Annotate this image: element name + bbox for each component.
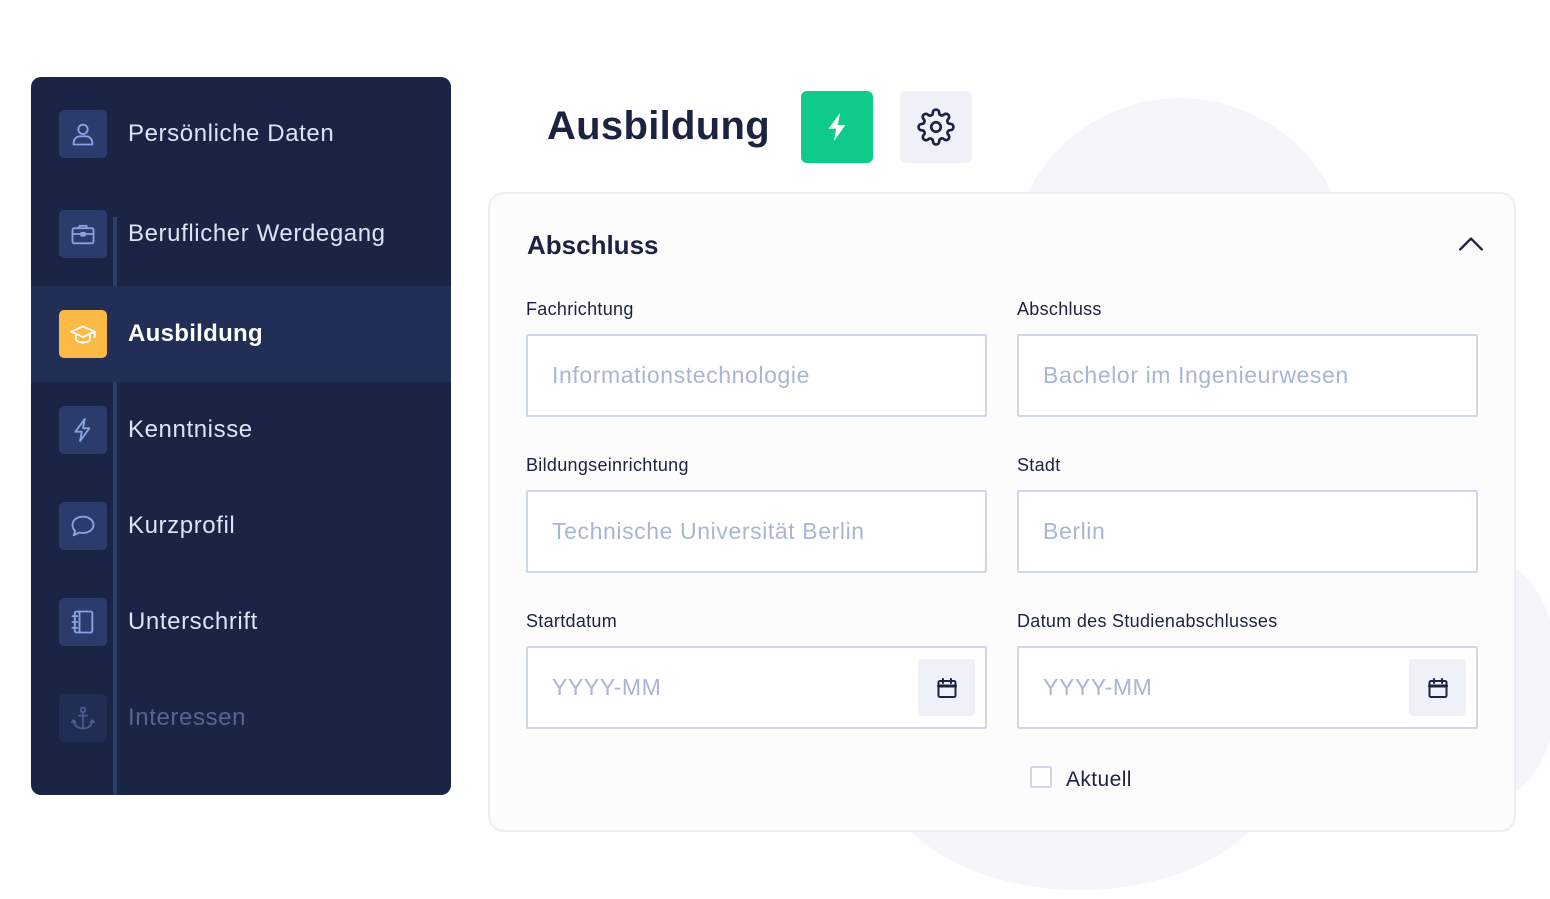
field-of-study-input[interactable]	[526, 334, 987, 417]
field-of-study-label: Fachrichtung	[526, 299, 634, 319]
institution-label: Bildungseinrichtung	[526, 455, 689, 475]
settings-button[interactable]	[900, 91, 972, 163]
degree-card: Abschluss Fachrichtung Abschluss Bildung…	[488, 192, 1516, 832]
collapse-button[interactable]	[1454, 230, 1488, 258]
sidebar-item-beruflicher-werdegang[interactable]: Beruflicher Werdegang	[31, 186, 451, 282]
graduation-cap-icon	[59, 310, 107, 358]
bolt-icon	[828, 112, 846, 142]
current-checkbox[interactable]	[1030, 766, 1052, 788]
user-icon	[59, 110, 107, 158]
city-label: Stadt	[1017, 455, 1061, 475]
speech-bubble-icon	[59, 502, 107, 550]
anchor-icon	[59, 694, 107, 742]
sidebar-item-kenntnisse[interactable]: Kenntnisse	[31, 382, 451, 478]
sidebar-item-label: Interessen	[128, 704, 247, 731]
current-checkbox-label[interactable]: Aktuell	[1066, 768, 1132, 792]
institution-input[interactable]	[526, 490, 987, 573]
page-title: Ausbildung	[547, 104, 770, 148]
degree-label: Abschluss	[1017, 299, 1102, 319]
quick-action-button[interactable]	[801, 91, 873, 163]
graduation-date-label: Datum des Studienabschlusses	[1017, 611, 1278, 631]
sidebar-item-label: Kurzprofil	[128, 512, 236, 539]
briefcase-icon	[59, 210, 107, 258]
sidebar-item-label: Ausbildung	[128, 320, 263, 347]
sidebar-item-unterschrift[interactable]: Unterschrift	[31, 574, 451, 670]
sidebar-item-ausbildung[interactable]: Ausbildung	[31, 286, 451, 382]
bolt-icon	[59, 406, 107, 454]
section-sidebar: Persönliche Daten Beruflicher Werdegang …	[31, 77, 451, 795]
sidebar-item-label: Kenntnisse	[128, 416, 253, 443]
sidebar-item-label: Persönliche Daten	[128, 120, 335, 147]
card-title: Abschluss	[527, 230, 659, 260]
start-date-picker-button[interactable]	[918, 659, 975, 716]
sidebar-item-persoenliche-daten[interactable]: Persönliche Daten	[31, 86, 451, 182]
sidebar-item-kurzprofil[interactable]: Kurzprofil	[31, 478, 451, 574]
gear-icon	[917, 108, 955, 146]
notebook-icon	[59, 598, 107, 646]
start-date-label: Startdatum	[526, 611, 618, 631]
graduation-date-picker-button[interactable]	[1409, 659, 1466, 716]
city-input[interactable]	[1017, 490, 1478, 573]
sidebar-item-interessen[interactable]: Interessen	[31, 670, 451, 766]
sidebar-item-label: Beruflicher Werdegang	[128, 220, 386, 247]
sidebar-item-label: Unterschrift	[128, 608, 258, 635]
calendar-icon	[1427, 677, 1448, 698]
chevron-up-icon	[1458, 237, 1484, 251]
calendar-icon	[936, 677, 957, 698]
degree-input[interactable]	[1017, 334, 1478, 417]
